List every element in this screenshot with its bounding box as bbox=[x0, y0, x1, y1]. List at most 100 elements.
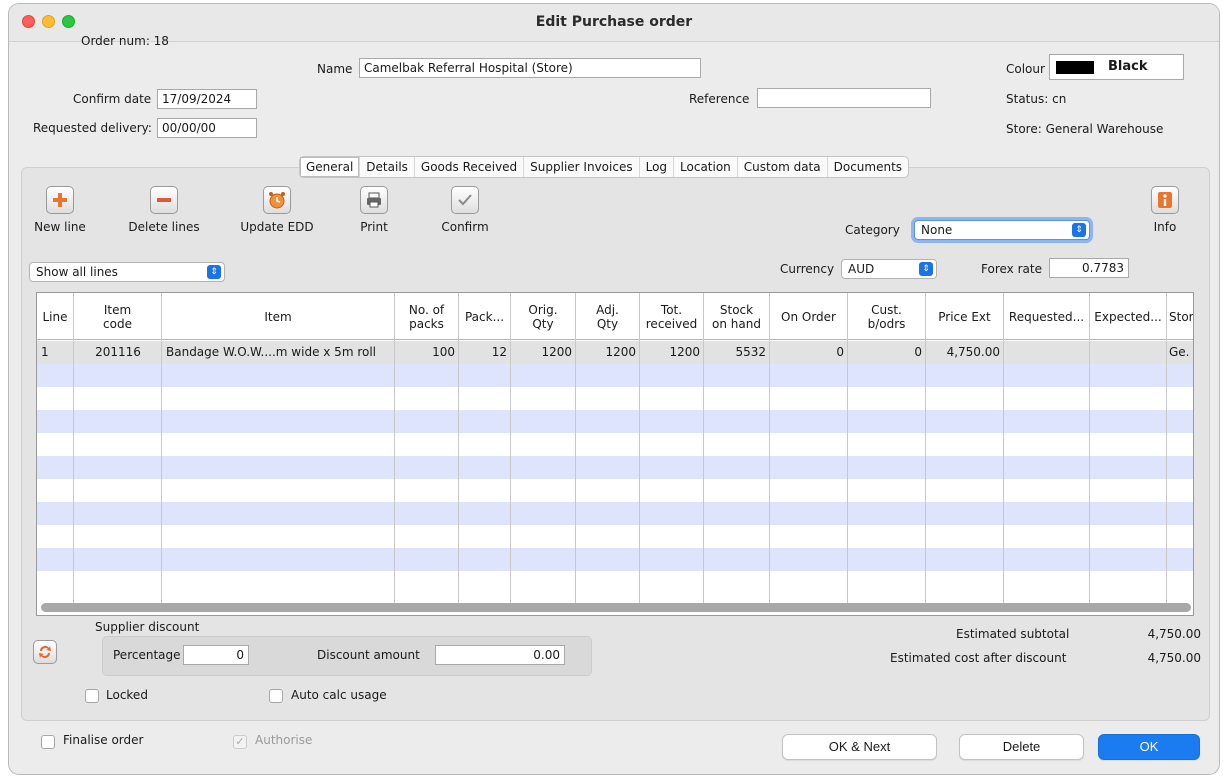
finalise-order-label: Finalise order bbox=[63, 733, 144, 747]
ok-button[interactable]: OK bbox=[1098, 734, 1200, 760]
auto-calc-usage-checkbox[interactable] bbox=[269, 689, 283, 703]
colour-picker[interactable]: Black bbox=[1049, 54, 1184, 80]
line-filter-select[interactable]: Show all lines ⇕ bbox=[29, 262, 225, 282]
tab-goods-received[interactable]: Goods Received bbox=[415, 157, 525, 177]
delete-button[interactable]: Delete bbox=[959, 734, 1084, 760]
cell-on-order: 0 bbox=[836, 345, 844, 359]
ok-next-button[interactable]: OK & Next bbox=[782, 734, 937, 760]
estimated-cost-after-discount-value: 4,750.00 bbox=[1147, 651, 1201, 665]
column-header-cust-bodrs[interactable]: Cust. b/odrs bbox=[848, 293, 926, 340]
locked-checkbox[interactable] bbox=[85, 689, 99, 703]
cell-no-of-packs: 100 bbox=[432, 345, 455, 359]
locked-label: Locked bbox=[106, 688, 148, 702]
empty-row bbox=[37, 548, 1193, 571]
cell-item-code: 201116 bbox=[95, 345, 141, 359]
status-label: Status: cn bbox=[1006, 92, 1067, 106]
new-line-button[interactable]: New line bbox=[25, 186, 95, 234]
table-header: Line Item code Item No. of packs Pack...… bbox=[37, 293, 1193, 340]
column-header-price-ext[interactable]: Price Ext bbox=[926, 293, 1004, 340]
colour-swatch bbox=[1056, 61, 1094, 74]
empty-row bbox=[37, 571, 1193, 594]
category-select[interactable]: None ⇕ bbox=[914, 220, 1090, 240]
column-divider bbox=[1003, 340, 1004, 608]
reference-field[interactable] bbox=[757, 88, 931, 108]
empty-row bbox=[37, 502, 1193, 525]
column-header-expected[interactable]: Expected... bbox=[1090, 293, 1167, 340]
authorise-checkbox[interactable]: ✓ bbox=[233, 735, 247, 749]
order-lines-table[interactable]: Line Item code Item No. of packs Pack...… bbox=[36, 292, 1194, 616]
tab-location[interactable]: Location bbox=[674, 157, 738, 177]
category-label: Category bbox=[845, 223, 900, 237]
cell-requested bbox=[1004, 341, 1090, 364]
colour-label: Colour bbox=[1006, 62, 1045, 76]
info-button[interactable]: Info bbox=[1143, 186, 1187, 234]
column-header-adj-qty[interactable]: Adj. Qty bbox=[576, 293, 640, 340]
finalise-order-checkbox[interactable] bbox=[41, 735, 55, 749]
column-divider bbox=[510, 340, 511, 608]
store-label: Store: General Warehouse bbox=[1006, 122, 1164, 136]
chevron-updown-icon: ⇕ bbox=[919, 262, 933, 276]
cell-tot-received: 1200 bbox=[669, 345, 700, 359]
column-header-item-code[interactable]: Item code bbox=[74, 293, 162, 340]
empty-row bbox=[37, 364, 1193, 387]
estimated-subtotal-label: Estimated subtotal bbox=[956, 627, 1070, 641]
cell-cust-bodrs: 0 bbox=[914, 345, 922, 359]
column-header-requested[interactable]: Requested... bbox=[1004, 293, 1090, 340]
column-header-stock-on-hand[interactable]: Stock on hand bbox=[704, 293, 770, 340]
column-divider bbox=[1166, 340, 1167, 608]
confirm-button[interactable]: Confirm bbox=[433, 186, 497, 234]
requested-delivery-field[interactable]: 00/00/00 bbox=[157, 118, 257, 138]
column-divider bbox=[73, 340, 74, 608]
column-divider bbox=[161, 340, 162, 608]
tab-supplier-invoices[interactable]: Supplier Invoices bbox=[524, 157, 640, 177]
confirm-label: Confirm bbox=[441, 220, 489, 234]
column-divider bbox=[703, 340, 704, 608]
cell-pack: 12 bbox=[491, 345, 507, 359]
delete-lines-button[interactable]: Delete lines bbox=[121, 186, 207, 234]
name-field[interactable]: Camelbak Referral Hospital (Store) bbox=[359, 58, 701, 78]
line-filter-value: Show all lines bbox=[36, 265, 118, 279]
currency-select[interactable]: AUD ⇕ bbox=[841, 259, 937, 279]
confirm-date-field[interactable]: 17/09/2024 bbox=[157, 89, 257, 109]
tab-bar: General Details Goods Received Supplier … bbox=[299, 156, 910, 178]
clock-icon bbox=[263, 186, 291, 214]
column-divider bbox=[639, 340, 640, 608]
empty-row bbox=[37, 387, 1193, 410]
column-header-line[interactable]: Line bbox=[37, 293, 74, 340]
column-header-no-of-packs[interactable]: No. of packs bbox=[395, 293, 459, 340]
requested-delivery-label: Requested delivery: bbox=[33, 121, 152, 135]
print-label: Print bbox=[360, 220, 388, 234]
column-header-orig-qty[interactable]: Orig. Qty bbox=[511, 293, 576, 340]
forex-rate-field[interactable]: 0.7783 bbox=[1049, 258, 1129, 278]
empty-row bbox=[37, 456, 1193, 479]
tab-general[interactable]: General bbox=[300, 157, 361, 177]
column-header-tot-received[interactable]: Tot. received bbox=[640, 293, 704, 340]
chevron-updown-icon: ⇕ bbox=[1072, 223, 1086, 237]
currency-value: AUD bbox=[848, 262, 875, 276]
checkmark-icon bbox=[451, 186, 479, 214]
discount-amount-field[interactable]: 0.00 bbox=[435, 645, 565, 665]
tab-details[interactable]: Details bbox=[360, 157, 415, 177]
column-header-store[interactable]: Stor bbox=[1167, 293, 1193, 340]
empty-row bbox=[37, 410, 1193, 433]
update-edd-button[interactable]: Update EDD bbox=[237, 186, 317, 234]
tab-custom-data[interactable]: Custom data bbox=[738, 157, 828, 177]
info-icon bbox=[1151, 186, 1179, 214]
empty-row bbox=[37, 433, 1193, 456]
table-row[interactable]: 1 201116 Bandage W.O.W....m wide x 5m ro… bbox=[37, 341, 1193, 364]
column-divider bbox=[458, 340, 459, 608]
column-header-on-order[interactable]: On Order bbox=[770, 293, 848, 340]
percentage-field[interactable]: 0 bbox=[183, 645, 249, 665]
print-button[interactable]: Print bbox=[349, 186, 399, 234]
cell-line: 1 bbox=[41, 345, 49, 359]
tab-documents[interactable]: Documents bbox=[828, 157, 908, 177]
column-divider bbox=[769, 340, 770, 608]
discount-amount-label: Discount amount bbox=[317, 648, 420, 662]
horizontal-scrollbar[interactable] bbox=[41, 603, 1191, 612]
tab-log[interactable]: Log bbox=[640, 157, 675, 177]
column-header-pack[interactable]: Pack... bbox=[459, 293, 511, 340]
refresh-discount-button[interactable] bbox=[33, 640, 57, 664]
column-header-item[interactable]: Item bbox=[162, 293, 395, 340]
column-divider bbox=[847, 340, 848, 608]
colour-value: Black bbox=[1108, 59, 1148, 74]
